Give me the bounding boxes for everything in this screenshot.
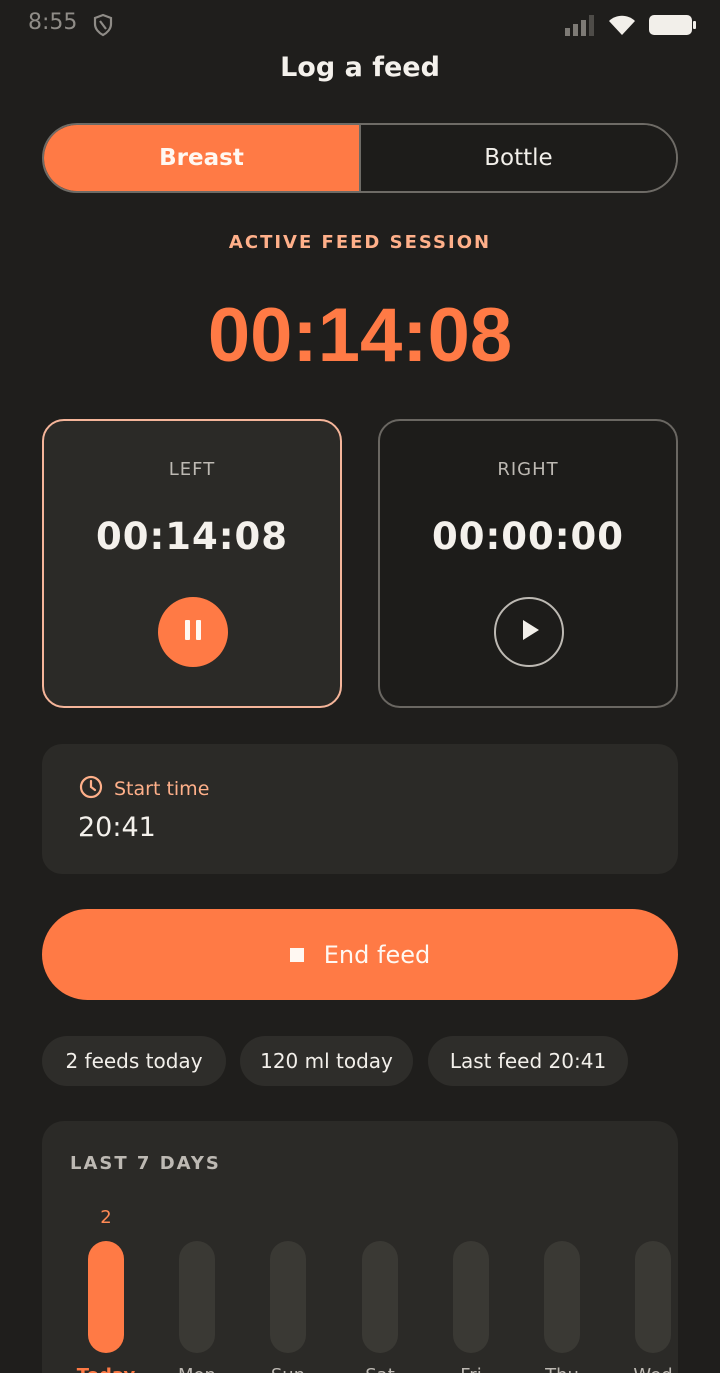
bottle-tab[interactable]: Bottle [361,125,676,191]
day-bar-sun[interactable] [270,1241,306,1353]
day-bar-thu[interactable] [544,1241,580,1353]
day-bar-sat[interactable] [362,1241,398,1353]
day-bar-mon[interactable] [179,1241,215,1353]
day-label: Fri [441,1365,501,1373]
session-label: ACTIVE FEED SESSION [228,232,492,253]
day-label: Wed [623,1365,678,1373]
left-label: LEFT [168,459,216,480]
start-time-value: 20:41 [78,812,156,843]
status-time: 8:55 [28,10,78,35]
left-side-card[interactable]: LEFT 00:14:08 [42,419,342,708]
session-timer: 00:14:08 [207,293,513,378]
history-title: LAST 7 DAYS [70,1153,221,1174]
start-time-label: Start time [114,778,210,800]
right-timer: 00:00:00 [431,515,625,558]
right-label: RIGHT [497,459,559,480]
left-timer: 00:14:08 [95,515,289,558]
volume-today-chip: 120 ml today [240,1036,413,1086]
day-label: Mon [167,1365,227,1373]
signal-icon [564,14,596,40]
start-time-card[interactable]: Start time 20:41 [42,744,678,874]
play-icon [516,617,542,647]
day-label: Today [76,1365,136,1373]
end-feed-button[interactable]: End feed [42,909,678,1000]
clock-icon [78,774,104,804]
feeds-today-chip: 2 feeds today [42,1036,226,1086]
battery-icon [648,13,698,41]
day-bar-fri[interactable] [453,1241,489,1353]
feed-type-toggle: Breast Bottle [42,123,678,193]
pause-icon [180,617,206,647]
status-bar: 8:55 [0,0,720,50]
stop-icon [289,947,304,962]
page-title: Log a feed [280,52,440,83]
breast-tab[interactable]: Breast [44,125,361,191]
day-label: Sun [258,1365,318,1373]
history-card: LAST 7 DAYS 2 Today Mon Sun Sat Fri Thu … [42,1121,678,1373]
day-label: Sat [350,1365,410,1373]
right-side-card[interactable]: RIGHT 00:00:00 [378,419,678,708]
day-bar-wed[interactable] [635,1241,671,1353]
end-feed-label: End feed [323,940,431,969]
right-play-button[interactable] [494,597,564,667]
day-bar-today[interactable] [88,1241,124,1353]
last-feed-chip: Last feed 20:41 [428,1036,628,1086]
day-label: Thu [532,1365,592,1373]
day-count: 2 [100,1207,112,1228]
shield-icon [92,13,114,41]
wifi-icon [608,14,636,40]
left-pause-button[interactable] [158,597,228,667]
